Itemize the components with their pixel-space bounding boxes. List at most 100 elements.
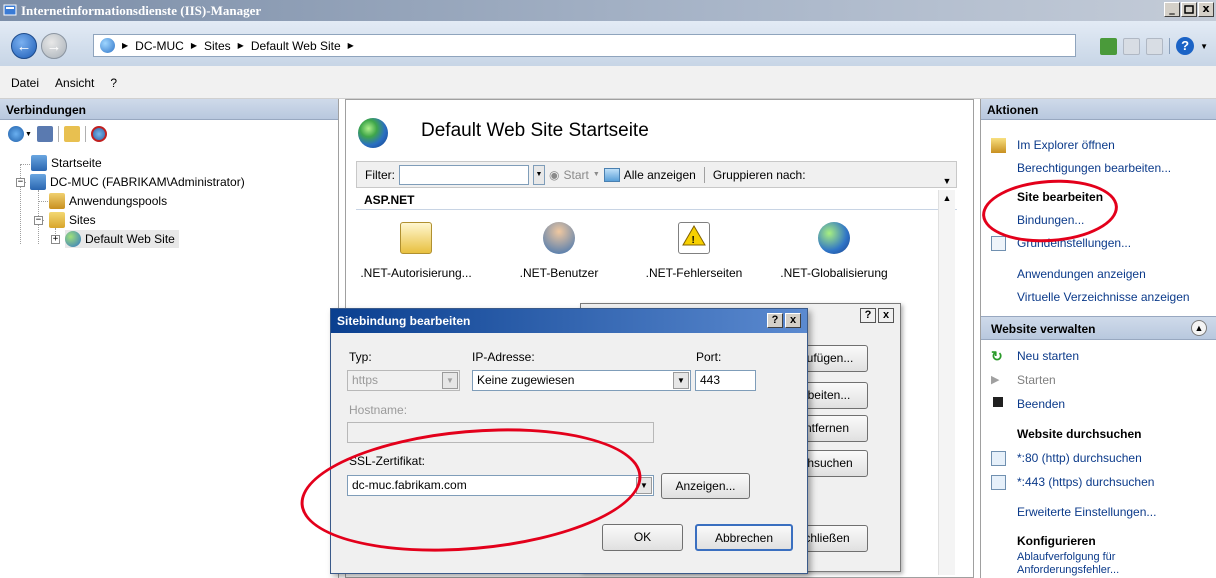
- feature-net-users[interactable]: .NET-Benutzer: [499, 222, 619, 280]
- disconnect-icon[interactable]: [90, 126, 107, 142]
- menu-help[interactable]: ?: [110, 76, 117, 98]
- chevron-down-icon[interactable]: ▼: [636, 477, 652, 494]
- expand-toggle[interactable]: +: [51, 235, 60, 244]
- open-explorer-link[interactable]: Im Explorer öffnen: [1017, 138, 1115, 152]
- filter-label: Filter:: [365, 167, 395, 182]
- restart-icon: ↻: [991, 348, 1003, 364]
- page-title: Default Web Site Startseite: [421, 120, 649, 141]
- vertical-scrollbar[interactable]: ▼ ▲: [938, 176, 955, 575]
- group-by-label[interactable]: Gruppieren nach:: [713, 168, 806, 182]
- manage-website-section[interactable]: Website verwalten ▲: [981, 316, 1216, 340]
- save-icon[interactable]: [36, 126, 53, 142]
- chevron-down-icon[interactable]: ▼: [1200, 42, 1208, 51]
- ip-select[interactable]: Keine zugewiesen ▼: [472, 370, 691, 391]
- up-folder-icon[interactable]: [63, 126, 80, 142]
- globe-icon: [100, 38, 115, 53]
- type-label: Typ:: [349, 350, 372, 364]
- close-button[interactable]: x: [878, 308, 894, 323]
- chevron-right-icon[interactable]: ▶: [348, 39, 354, 53]
- filter-input[interactable]: [399, 164, 529, 185]
- actions-pane: Aktionen Im Explorer öffnen Berechtigung…: [980, 99, 1216, 578]
- chevron-up-icon[interactable]: ▲: [1191, 320, 1207, 336]
- maximize-button[interactable]: [1181, 2, 1197, 17]
- back-button[interactable]: ←: [11, 33, 37, 59]
- close-button[interactable]: x: [785, 313, 801, 328]
- browse-http-link[interactable]: *:80 (http) durchsuchen: [1017, 451, 1142, 465]
- show-all-button[interactable]: Alle anzeigen: [624, 168, 696, 182]
- menu-view[interactable]: Ansicht: [55, 76, 94, 98]
- advanced-settings-link[interactable]: Erweiterte Einstellungen...: [1017, 505, 1156, 519]
- home-icon[interactable]: [1146, 37, 1164, 55]
- chevron-up-icon[interactable]: ▲: [940, 193, 954, 207]
- connect-icon[interactable]: [8, 126, 24, 142]
- feature-label: .NET-Benutzer: [519, 266, 599, 280]
- lock-document-icon: [400, 222, 432, 254]
- feature-net-error-pages[interactable]: ! .NET-Fehlerseiten: [634, 222, 754, 280]
- chevron-down-icon[interactable]: ▼: [673, 372, 689, 389]
- help-button[interactable]: ?: [767, 313, 783, 328]
- stop-icon[interactable]: [1123, 37, 1141, 55]
- failed-request-tracing-link[interactable]: Ablaufverfolgung für: [1017, 551, 1115, 563]
- help-button[interactable]: ?: [860, 308, 876, 323]
- tree-item-start[interactable]: Startseite: [31, 154, 102, 172]
- chevron-right-icon: ▶: [122, 41, 129, 50]
- tree-item-default-web-site[interactable]: Default Web Site: [65, 230, 179, 248]
- browse-https-link[interactable]: *:443 (https) durchsuchen: [1017, 475, 1154, 489]
- chevron-down-icon[interactable]: ▼: [533, 164, 545, 185]
- server-icon: [30, 174, 46, 190]
- ssl-certificate-select[interactable]: dc-muc.fabrikam.com ▼: [347, 475, 654, 496]
- globe-icon: [358, 118, 388, 148]
- chevron-down-icon[interactable]: ▼: [593, 171, 600, 178]
- port-input[interactable]: 443: [695, 370, 756, 391]
- type-value: https: [352, 373, 379, 387]
- close-button[interactable]: x: [1198, 2, 1214, 17]
- menu-bar: Datei Ansicht ?: [0, 66, 1216, 99]
- breadcrumb-site[interactable]: Default Web Site: [251, 39, 341, 53]
- breadcrumb-server[interactable]: DC-MUC: [135, 39, 184, 53]
- connections-header: Verbindungen: [0, 99, 338, 120]
- ok-button[interactable]: OK: [602, 524, 683, 551]
- menu-file[interactable]: Datei: [11, 76, 39, 98]
- explore-folder-icon: [991, 138, 1006, 153]
- start-filter-button[interactable]: Start: [563, 168, 588, 182]
- feature-net-globalization[interactable]: .NET-Globalisierung: [774, 222, 894, 280]
- forward-button[interactable]: →: [41, 33, 67, 59]
- failed-request-tracing-link-2[interactable]: Anforderungsfehler...: [1017, 564, 1119, 576]
- edit-permissions-link[interactable]: Berechtigungen bearbeiten...: [1017, 161, 1171, 175]
- minimize-button[interactable]: _: [1164, 2, 1180, 17]
- arrow-right-icon: →: [46, 38, 62, 55]
- basic-settings-link[interactable]: Grundeinstellungen...: [1017, 236, 1131, 250]
- collapse-toggle[interactable]: −: [34, 216, 43, 225]
- breadcrumb-sites[interactable]: Sites: [204, 39, 231, 53]
- cancel-button[interactable]: Abbrechen: [695, 524, 793, 551]
- help-icon[interactable]: ?: [1176, 37, 1195, 55]
- restart-link[interactable]: Neu starten: [1017, 349, 1079, 363]
- view-virtual-dirs-link[interactable]: Virtuelle Verzeichnisse anzeigen: [1017, 290, 1190, 304]
- tree-item-server[interactable]: DC-MUC (FABRIKAM\Administrator): [30, 173, 245, 191]
- title-bar: Internetinformationsdienste (IIS)-Manage…: [0, 0, 1216, 21]
- bindings-link[interactable]: Bindungen...: [1017, 213, 1084, 227]
- chevron-down-icon[interactable]: ▼: [25, 131, 32, 138]
- feature-label: .NET-Autorisierung...: [360, 266, 472, 280]
- feature-net-authorization[interactable]: .NET-Autorisierung...: [356, 222, 476, 280]
- refresh-icon[interactable]: [1100, 37, 1118, 55]
- chevron-down-icon[interactable]: ▼: [940, 176, 954, 190]
- binoculars-icon[interactable]: ◉: [549, 168, 559, 182]
- view-certificate-button[interactable]: Anzeigen...: [661, 473, 750, 499]
- edit-site-heading: Site bearbeiten: [1017, 190, 1104, 204]
- stop-link[interactable]: Beenden: [1017, 397, 1065, 411]
- feature-label: .NET-Fehlerseiten: [645, 266, 743, 280]
- view-applications-link[interactable]: Anwendungen anzeigen: [1017, 267, 1146, 281]
- play-icon: ▶: [991, 374, 1000, 386]
- start-page-icon: [31, 155, 47, 171]
- divider: [84, 126, 86, 142]
- tree-item-app-pools[interactable]: Anwendungspools: [49, 192, 167, 210]
- group-header: ASP.NET: [356, 188, 957, 210]
- globe-icon: [818, 222, 850, 254]
- chevron-right-icon: ▶: [190, 41, 197, 50]
- tree-item-sites[interactable]: Sites: [49, 211, 96, 229]
- collapse-toggle[interactable]: −: [16, 178, 25, 187]
- hostname-label: Hostname:: [349, 403, 408, 417]
- breadcrumb[interactable]: ▶ DC-MUC ▶ Sites ▶ Default Web Site ▶: [93, 34, 1076, 57]
- browse-heading: Website durchsuchen: [1017, 427, 1142, 441]
